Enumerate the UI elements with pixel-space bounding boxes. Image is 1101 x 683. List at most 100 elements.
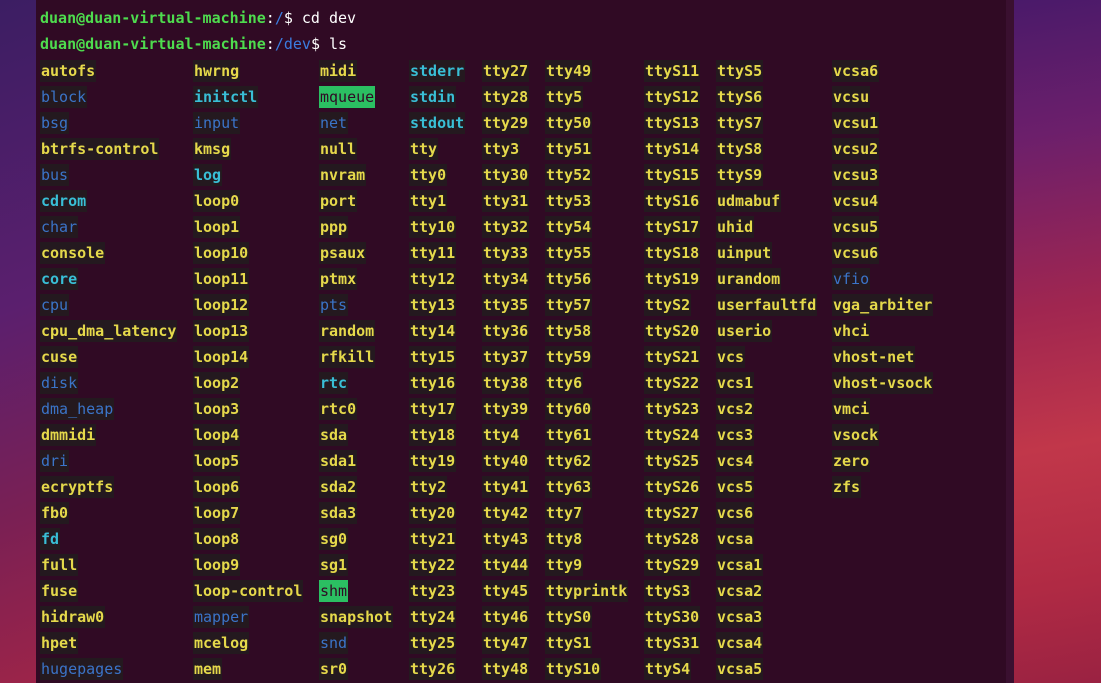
file-entry: ttyS27 xyxy=(644,502,701,524)
file-entry: mqueue xyxy=(319,86,376,108)
file-entry: loop2 xyxy=(193,372,241,394)
file-entry: vcsa2 xyxy=(716,580,764,602)
file-entry: rtc xyxy=(319,372,349,394)
file-entry: loop4 xyxy=(193,424,241,446)
file-entry: disk xyxy=(40,372,79,394)
file-entry: tty34 xyxy=(482,268,530,290)
file-entry: ttyS31 xyxy=(644,632,701,654)
file-entry: tty19 xyxy=(409,450,457,472)
file-entry: loop0 xyxy=(193,190,241,212)
file-entry: tty20 xyxy=(409,502,457,524)
file-entry: vcs3 xyxy=(716,424,755,446)
file-entry: loop14 xyxy=(193,346,250,368)
file-entry: ttyS1 xyxy=(545,632,593,654)
file-entry: log xyxy=(193,164,223,186)
file-entry: vmci xyxy=(832,398,871,420)
file-entry: loop6 xyxy=(193,476,241,498)
file-entry: loop5 xyxy=(193,450,241,472)
file-entry: ttyS6 xyxy=(716,86,764,108)
file-entry: tty27 xyxy=(482,60,530,82)
file-entry: ttyS29 xyxy=(644,554,701,576)
file-entry: sda2 xyxy=(319,476,358,498)
file-entry: tty44 xyxy=(482,554,530,576)
file-entry: ttyS3 xyxy=(644,580,692,602)
file-entry: ppp xyxy=(319,216,349,238)
file-entry: tty11 xyxy=(409,242,457,264)
file-entry: tty6 xyxy=(545,372,584,394)
file-entry: tty47 xyxy=(482,632,530,654)
prompt-path: / xyxy=(274,9,284,27)
file-entry: ttyS0 xyxy=(545,606,593,628)
file-entry: nvram xyxy=(319,164,367,186)
file-entry: dmmidi xyxy=(40,424,97,446)
file-entry: vcsu xyxy=(832,86,871,108)
file-entry: net xyxy=(319,112,349,134)
file-entry: tty35 xyxy=(482,294,530,316)
file-entry: tty57 xyxy=(545,294,593,316)
file-entry: ttyS9 xyxy=(716,164,764,186)
desktop-wallpaper-right xyxy=(1014,0,1101,683)
file-entry: ttyS30 xyxy=(644,606,701,628)
file-entry: userfaultfd xyxy=(716,294,818,316)
file-entry: random xyxy=(319,320,376,342)
terminal-scrollbar[interactable] xyxy=(1006,0,1014,683)
file-entry: stdout xyxy=(409,112,466,134)
file-entry: sda xyxy=(319,424,349,446)
file-entry: udmabuf xyxy=(716,190,782,212)
file-entry: snapshot xyxy=(319,606,394,628)
file-entry: midi xyxy=(319,60,358,82)
file-entry: ttyS25 xyxy=(644,450,701,472)
prompt-user-host: duan@duan-virtual-machine xyxy=(40,9,266,27)
file-entry: tty61 xyxy=(545,424,593,446)
file-entry: block xyxy=(40,86,88,108)
file-entry: vcsa6 xyxy=(832,60,880,82)
file-entry: tty8 xyxy=(545,528,584,550)
file-entry: vcsa5 xyxy=(716,658,764,680)
prompt-user-host: duan@duan-virtual-machine xyxy=(40,35,266,53)
file-entry: mcelog xyxy=(193,632,250,654)
file-entry: snd xyxy=(319,632,349,654)
file-entry: tty59 xyxy=(545,346,593,368)
file-entry: tty3 xyxy=(482,138,521,160)
file-entry: bus xyxy=(40,164,70,186)
file-entry: autofs xyxy=(40,60,97,82)
file-entry: loop9 xyxy=(193,554,241,576)
desktop-wallpaper-left xyxy=(0,0,36,683)
file-entry: tty16 xyxy=(409,372,457,394)
terminal-window[interactable]: duan@duan-virtual-machine:/$ cd dev duan… xyxy=(36,0,1006,683)
file-entry: ttyS18 xyxy=(644,242,701,264)
file-entry: tty10 xyxy=(409,216,457,238)
file-entry: urandom xyxy=(716,268,782,290)
file-entry: mapper xyxy=(193,606,250,628)
file-entry: hugepages xyxy=(40,658,124,680)
file-entry: rtc0 xyxy=(319,398,358,420)
file-entry: vcsa xyxy=(716,528,755,550)
file-entry: ecryptfs xyxy=(40,476,115,498)
file-entry: hpet xyxy=(40,632,79,654)
file-entry: tty22 xyxy=(409,554,457,576)
file-entry: sg0 xyxy=(319,528,349,550)
file-entry: pts xyxy=(319,294,349,316)
file-entry: tty58 xyxy=(545,320,593,342)
file-entry: vfio xyxy=(832,268,871,290)
file-entry: tty26 xyxy=(409,658,457,680)
file-entry: ptmx xyxy=(319,268,358,290)
file-entry: ttyS8 xyxy=(716,138,764,160)
file-entry: tty13 xyxy=(409,294,457,316)
file-entry: tty15 xyxy=(409,346,457,368)
file-entry: tty37 xyxy=(482,346,530,368)
file-entry: vcsa1 xyxy=(716,554,764,576)
file-entry: vcs5 xyxy=(716,476,755,498)
file-entry: tty62 xyxy=(545,450,593,472)
file-entry: vcsu6 xyxy=(832,242,880,264)
file-entry: tty25 xyxy=(409,632,457,654)
file-entry: loop7 xyxy=(193,502,241,524)
file-entry: cpu_dma_latency xyxy=(40,320,178,342)
file-entry: tty5 xyxy=(545,86,584,108)
file-entry: loop3 xyxy=(193,398,241,420)
file-entry: fd xyxy=(40,528,61,550)
file-entry: psaux xyxy=(319,242,367,264)
file-entry: tty xyxy=(409,138,439,160)
file-entry: sda3 xyxy=(319,502,358,524)
file-entry: ttyS14 xyxy=(644,138,701,160)
